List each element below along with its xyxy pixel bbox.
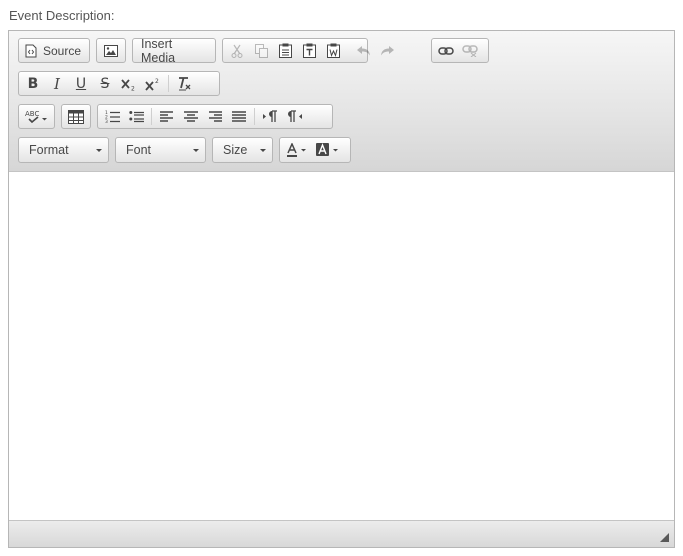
clipboard-group [222, 38, 394, 63]
insert-media-button[interactable]: Insert Media [135, 37, 213, 65]
copy-icon [254, 43, 268, 58]
link-group [431, 38, 489, 63]
paste-word-icon [326, 43, 340, 58]
size-dropdown[interactable]: Size [212, 137, 273, 163]
background-color-icon [316, 142, 340, 158]
justify-icon [232, 110, 246, 123]
toolbar-separator [151, 108, 152, 125]
unlink-icon [462, 44, 478, 57]
subscript-button[interactable]: 2 [117, 73, 141, 94]
insert-media-group: Insert Media [132, 37, 216, 65]
link-button[interactable] [434, 40, 458, 61]
paste-button[interactable] [273, 40, 297, 61]
unlink-button[interactable] [458, 40, 482, 61]
paste-icon [278, 43, 292, 58]
justify-button[interactable] [227, 106, 251, 127]
resize-handle-icon[interactable] [660, 533, 669, 542]
editor-statusbar [9, 520, 674, 547]
editor-content-area[interactable] [9, 172, 674, 520]
paste-word-button[interactable] [321, 40, 345, 61]
format-dropdown-label: Format [29, 143, 69, 157]
copy-button[interactable] [249, 40, 273, 61]
superscript-button[interactable]: 2 [141, 73, 165, 94]
chevron-down-icon [260, 148, 266, 152]
text-direction-rtl-button[interactable] [282, 106, 306, 127]
link-icon [438, 46, 454, 56]
size-dropdown-label: Size [223, 143, 248, 157]
font-dropdown[interactable]: Font [115, 137, 206, 163]
italic-button[interactable]: I [45, 73, 69, 94]
remove-format-icon [177, 76, 192, 92]
svg-text:2: 2 [131, 85, 135, 91]
rich-text-editor: Source Insert Media B I U S 2 2 ABC 1 2 … [8, 30, 675, 548]
text-color-button[interactable] [282, 140, 312, 161]
cut-button[interactable] [225, 40, 249, 61]
source-group: Source [18, 38, 90, 63]
text-direction-ltr-button[interactable] [258, 106, 282, 127]
align-right-icon [208, 110, 222, 123]
align-center-button[interactable] [179, 106, 203, 127]
align-left-button[interactable] [155, 106, 179, 127]
text-direction-rtl-icon [287, 110, 302, 123]
editor-toolbar: Source Insert Media B I U S 2 2 ABC 1 2 … [9, 31, 674, 172]
undo-icon [356, 45, 371, 56]
image-icon [104, 44, 118, 57]
format-dropdown[interactable]: Format [18, 137, 109, 163]
bold-button[interactable]: B [21, 73, 45, 94]
bulleted-list-icon [128, 110, 144, 123]
chevron-down-icon [193, 148, 199, 152]
underline-button[interactable]: U [69, 73, 93, 94]
remove-format-button[interactable] [172, 73, 196, 94]
numbered-list-button[interactable]: 123 [100, 106, 124, 127]
paste-text-icon [302, 43, 316, 58]
paragraph-group: 123 [97, 104, 333, 129]
svg-text:3: 3 [105, 119, 108, 123]
basic-styles-group: B I U S 2 2 [18, 71, 220, 96]
superscript-icon: 2 [145, 77, 161, 91]
table-icon [68, 109, 84, 124]
colors-group [279, 137, 351, 163]
chevron-down-icon [96, 148, 102, 152]
text-color-icon [286, 142, 308, 158]
image-group [96, 38, 126, 63]
align-center-icon [184, 110, 198, 123]
image-button[interactable] [99, 40, 123, 61]
svg-text:2: 2 [155, 78, 159, 85]
background-color-button[interactable] [312, 140, 344, 161]
cut-icon [231, 44, 243, 58]
source-icon [25, 44, 37, 58]
numbered-list-icon: 123 [105, 110, 120, 123]
align-right-button[interactable] [203, 106, 227, 127]
spellcheck-button[interactable]: ABC [21, 106, 51, 127]
spellcheck-icon: ABC [25, 109, 47, 125]
redo-icon [380, 45, 395, 56]
toolbar-separator [168, 75, 169, 92]
align-left-icon [160, 110, 174, 123]
table-group [61, 104, 91, 129]
spellcheck-group: ABC [18, 104, 55, 129]
paste-text-button[interactable] [297, 40, 321, 61]
source-label: Source [43, 43, 82, 58]
subscript-icon: 2 [121, 77, 137, 91]
bulleted-list-button[interactable] [124, 106, 148, 127]
strikethrough-button[interactable]: S [93, 73, 117, 94]
font-dropdown-label: Font [126, 143, 152, 157]
undo-button[interactable] [351, 40, 375, 61]
table-button[interactable] [64, 106, 88, 127]
text-direction-ltr-icon [262, 110, 278, 123]
event-description-label: Event Description: [9, 8, 115, 23]
redo-button[interactable] [375, 40, 399, 61]
toolbar-separator [254, 108, 255, 125]
source-button[interactable]: Source [21, 40, 85, 61]
